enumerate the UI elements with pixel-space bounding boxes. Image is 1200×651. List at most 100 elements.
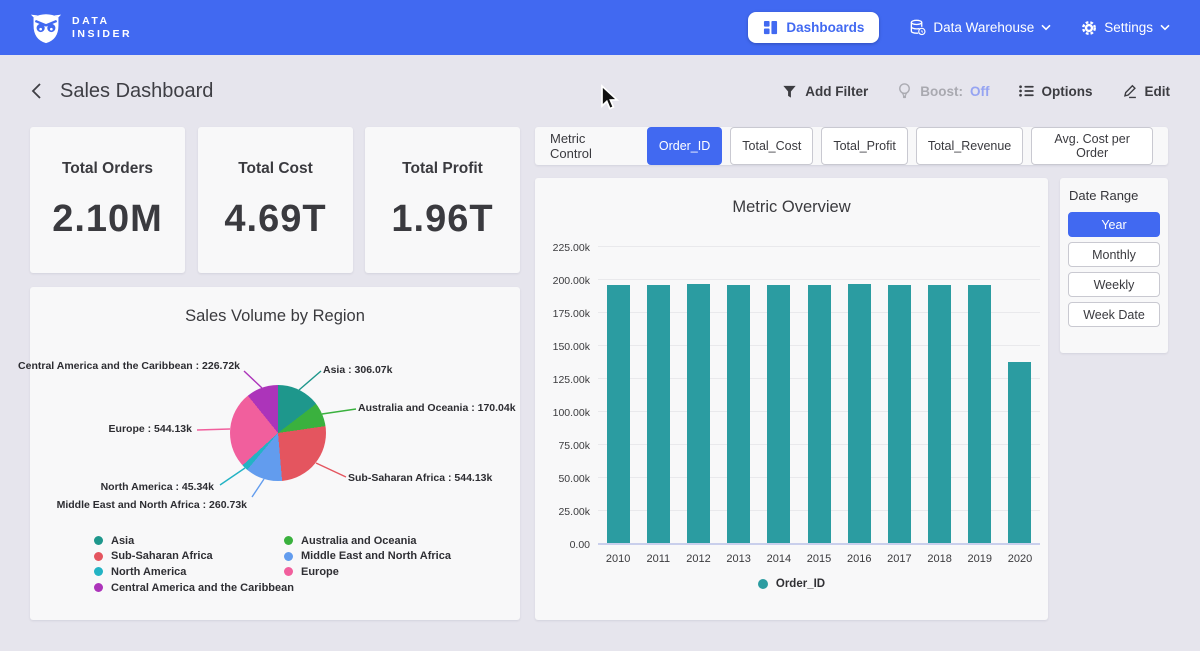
bar-2015[interactable] [808, 285, 831, 543]
pie-slice-label-sub-saharan-africa: Sub-Saharan Africa : 544.13k [348, 472, 492, 484]
x-tick-label: 2013 [719, 553, 759, 565]
pie-legend-item-north-america[interactable]: North America [94, 564, 294, 580]
pie-callout-line [322, 409, 356, 414]
y-tick-label: 25.00k [535, 506, 590, 518]
data-warehouse-menu[interactable]: Data Warehouse [909, 19, 1051, 36]
bar-chart-plot-area [598, 248, 1040, 545]
pie-callout-line [220, 468, 245, 485]
metric-option-order-id[interactable]: Order_ID [647, 127, 722, 165]
y-tick-label: 125.00k [535, 374, 590, 386]
pie-legend-item-australia-and-oceania[interactable]: Australia and Oceania [284, 533, 451, 549]
date-range-option-year[interactable]: Year [1068, 212, 1160, 237]
settings-menu[interactable]: Settings [1081, 20, 1170, 36]
kpi-card-total-profit: Total Profit 1.96T [365, 127, 520, 273]
x-tick-label: 2010 [598, 553, 638, 565]
kpi-card-total-cost: Total Cost 4.69T [198, 127, 353, 273]
pie-legend-column-1: AsiaSub-Saharan AfricaNorth America Centr… [94, 533, 294, 595]
legend-dot [758, 579, 768, 589]
pie-slice-label-north-america: North America : 45.34k [101, 481, 214, 493]
add-filter-button[interactable]: Add Filter [781, 83, 868, 100]
bar-chart-x-axis: 2010201120122013201420152016201720182019… [598, 553, 1040, 565]
filter-funnel-icon [781, 83, 798, 100]
pie-chart-title: Sales Volume by Region [30, 307, 520, 326]
y-tick-label: 150.00k [535, 341, 590, 353]
edit-button[interactable]: Edit [1121, 83, 1171, 100]
pie-callout-line [244, 371, 262, 388]
y-tick-label: 100.00k [535, 407, 590, 419]
metric-option-total-revenue[interactable]: Total_Revenue [916, 127, 1023, 165]
kpi-card-total-orders: Total Orders 2.10M [30, 127, 185, 273]
metric-option-total-profit[interactable]: Total_Profit [821, 127, 908, 165]
bar-2017[interactable] [888, 285, 911, 543]
metric-option-avg-cost-per-order[interactable]: Avg. Cost per Order [1031, 127, 1153, 165]
y-tick-label: 50.00k [535, 473, 590, 485]
options-button[interactable]: Options [1018, 83, 1093, 99]
legend-label: Order_ID [776, 578, 825, 590]
edit-pencil-icon [1121, 83, 1138, 100]
brand-line2: INSIDER [72, 28, 132, 41]
pie-chart[interactable] [230, 385, 326, 481]
date-range-label: Date Range [1068, 188, 1160, 203]
legend-dot [94, 583, 103, 592]
pie-legend-item-central-america-and-the-caribbean[interactable]: Central America and the Caribbean [94, 580, 294, 596]
metric-control-buttons: Order_IDTotal_CostTotal_ProfitTotal_Reve… [647, 127, 1153, 165]
date-range-option-week-date[interactable]: Week Date [1068, 302, 1160, 327]
bar-chart-legend[interactable]: Order_ID [535, 578, 1048, 590]
gear-icon [1081, 20, 1097, 36]
kpi-value: 1.96T [391, 198, 493, 241]
legend-dot [94, 567, 103, 576]
pie-legend-item-asia[interactable]: Asia [94, 533, 294, 549]
bar-2013[interactable] [727, 285, 750, 543]
legend-label: North America [111, 566, 186, 578]
chevron-left-icon [30, 81, 44, 101]
legend-label: Europe [301, 566, 339, 578]
page-title: Sales Dashboard [60, 80, 213, 103]
pie-slice-label-middle-east-and-north-africa: Middle East and North Africa : 260.73k [57, 499, 247, 511]
y-tick-label: 200.00k [535, 275, 590, 287]
legend-label: Australia and Oceania [301, 535, 417, 547]
pie-slice-label-europe: Europe : 544.13k [109, 423, 192, 435]
date-range-option-monthly[interactable]: Monthly [1068, 242, 1160, 267]
bar-2010[interactable] [607, 285, 630, 543]
pie-legend-item-middle-east-and-north-africa[interactable]: Middle East and North Africa [284, 549, 451, 565]
bar-2014[interactable] [767, 285, 790, 543]
sales-volume-pie-card: Sales Volume by Region Asia : 306.07kAus… [30, 287, 520, 620]
pie-slice-label-australia-and-oceania: Australia and Oceania : 170.04k [358, 402, 516, 414]
brand: DATA INSIDER [30, 10, 132, 46]
y-tick-label: 225.00k [535, 242, 590, 254]
pie-legend-column-2: Australia and Oceania Middle East and Nor… [284, 533, 451, 580]
chevron-down-icon [1160, 24, 1170, 31]
kpi-label: Total Orders [62, 160, 153, 178]
bar-2019[interactable] [968, 285, 991, 543]
pie-slice-label-central-america-and-the-caribbean: Central America and the Caribbean : 226.… [18, 360, 240, 372]
date-range-option-weekly[interactable]: Weekly [1068, 272, 1160, 297]
pie-callout-line [316, 463, 346, 477]
boost-toggle[interactable]: Boost: Off [896, 82, 989, 100]
page-header: Sales Dashboard Add Filter Boost: Off [0, 55, 1200, 127]
pie-legend-item-europe[interactable]: Europe [284, 564, 451, 580]
gridline [598, 246, 1040, 247]
legend-label: Central America and the Caribbean [111, 582, 294, 594]
bar-2012[interactable] [687, 284, 710, 543]
bar-2018[interactable] [928, 285, 951, 543]
pie-callout-line [252, 479, 264, 497]
x-tick-label: 2019 [960, 553, 1000, 565]
x-tick-label: 2018 [920, 553, 960, 565]
bar-2011[interactable] [647, 285, 670, 543]
back-button[interactable] [30, 81, 44, 101]
bar-2016[interactable] [848, 284, 871, 543]
pie-legend-item-sub-saharan-africa[interactable]: Sub-Saharan Africa [94, 549, 294, 565]
chevron-down-icon [1041, 24, 1051, 31]
x-tick-label: 2016 [839, 553, 879, 565]
dashboards-button[interactable]: Dashboards [748, 12, 879, 43]
date-range-panel: Date Range Year Monthly Weekly Week Date [1060, 178, 1168, 353]
pie-callout-line [197, 429, 230, 430]
kpi-value: 2.10M [52, 198, 163, 241]
legend-dot [94, 552, 103, 561]
x-tick-label: 2011 [638, 553, 678, 565]
pie-callout-line [299, 371, 321, 390]
metric-control-bar: Metric Control Order_IDTotal_CostTotal_P… [535, 127, 1168, 165]
y-tick-label: 175.00k [535, 308, 590, 320]
metric-option-total-cost[interactable]: Total_Cost [730, 127, 813, 165]
bar-2020[interactable] [1008, 362, 1031, 543]
